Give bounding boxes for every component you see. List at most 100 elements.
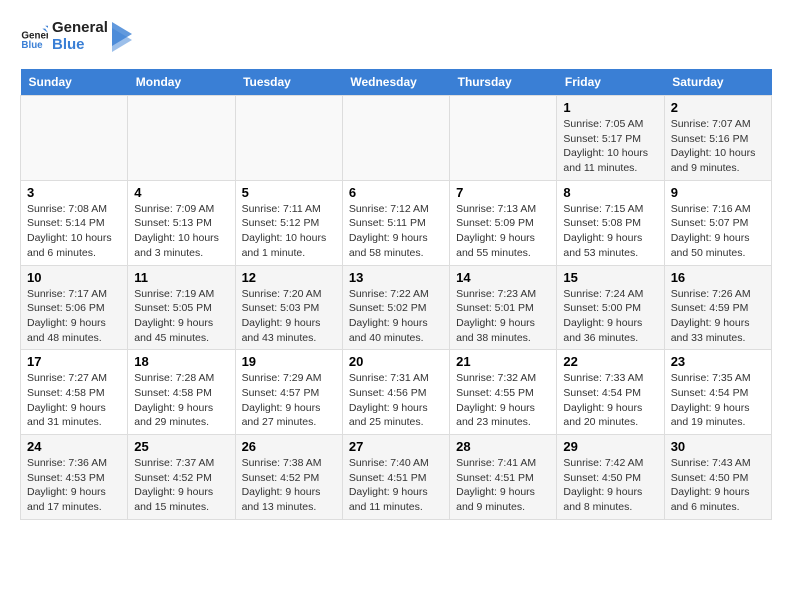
- day-number: 1: [563, 100, 657, 115]
- calendar-cell: 19 Sunrise: 7:29 AM Sunset: 4:57 PM Dayli…: [235, 350, 342, 435]
- day-info: Sunrise: 7:07 AM Sunset: 5:16 PM Dayligh…: [671, 117, 765, 176]
- calendar-week-4: 17Sunrise: 7:27 AM Sunset: 4:58 PM Dayli…: [21, 350, 772, 435]
- calendar-cell: 22 Sunrise: 7:33 AM Sunset: 4:54 PM Dayli…: [557, 350, 664, 435]
- day-number: 22: [563, 354, 657, 369]
- day-info: Sunrise: 7:23 AM Sunset: 5:01 PM Dayligh…: [456, 287, 550, 346]
- calendar-cell: 10 Sunrise: 7:17 AM Sunset: 5:06 PM Dayli…: [21, 265, 128, 350]
- calendar-cell: 30 Sunrise: 7:43 AM Sunset: 4:50 PM Dayli…: [664, 435, 771, 520]
- day-number: 10: [27, 270, 121, 285]
- day-number: 4: [134, 185, 228, 200]
- day-number: 23: [671, 354, 765, 369]
- day-info: Sunrise: 7:11 AM Sunset: 5:12 PM Dayligh…: [242, 202, 336, 261]
- calendar-cell: 8 Sunrise: 7:15 AM Sunset: 5:08 PM Daylig…: [557, 180, 664, 265]
- calendar-week-5: 24 Sunrise: 7:36 AM Sunset: 4:53 PM Dayli…: [21, 435, 772, 520]
- day-info: Sunrise: 7:12 AM Sunset: 5:11 PM Dayligh…: [349, 202, 443, 261]
- day-info: Sunrise: 7:28 AM Sunset: 4:58 PM Dayligh…: [134, 371, 228, 430]
- day-info: Sunrise: 7:35 AM Sunset: 4:54 PM Dayligh…: [671, 371, 765, 430]
- day-info: Sunrise: 7:16 AM Sunset: 5:07 PM Dayligh…: [671, 202, 765, 261]
- day-info: Sunrise: 7:17 AM Sunset: 5:06 PM Dayligh…: [27, 287, 121, 346]
- day-info: Sunrise: 7:38 AM Sunset: 4:52 PM Dayligh…: [242, 456, 336, 515]
- calendar-cell: [235, 96, 342, 181]
- calendar-cell: [21, 96, 128, 181]
- day-info: Sunrise: 7:19 AM Sunset: 5:05 PM Dayligh…: [134, 287, 228, 346]
- day-number: 16: [671, 270, 765, 285]
- day-number: 19: [242, 354, 336, 369]
- day-number: 24: [27, 439, 121, 454]
- calendar-header: SundayMondayTuesdayWednesdayThursdayFrid…: [21, 69, 772, 96]
- calendar-cell: 29 Sunrise: 7:42 AM Sunset: 4:50 PM Dayli…: [557, 435, 664, 520]
- weekday-header-monday: Monday: [128, 69, 235, 96]
- day-number: 11: [134, 270, 228, 285]
- day-info: Sunrise: 7:24 AM Sunset: 5:00 PM Dayligh…: [563, 287, 657, 346]
- logo-icon: General Blue: [20, 23, 48, 51]
- day-number: 2: [671, 100, 765, 115]
- calendar-cell: 13 Sunrise: 7:22 AM Sunset: 5:02 PM Dayli…: [342, 265, 449, 350]
- day-number: 17: [27, 354, 121, 369]
- calendar-cell: 14 Sunrise: 7:23 AM Sunset: 5:01 PM Dayli…: [450, 265, 557, 350]
- day-info: Sunrise: 7:33 AM Sunset: 4:54 PM Dayligh…: [563, 371, 657, 430]
- day-info: Sunrise: 7:43 AM Sunset: 4:50 PM Dayligh…: [671, 456, 765, 515]
- day-info: Sunrise: 7:40 AM Sunset: 4:51 PM Dayligh…: [349, 456, 443, 515]
- day-number: 20: [349, 354, 443, 369]
- day-info: Sunrise: 7:41 AM Sunset: 4:51 PM Dayligh…: [456, 456, 550, 515]
- day-info: Sunrise: 7:26 AM Sunset: 4:59 PM Dayligh…: [671, 287, 765, 346]
- calendar-week-1: 1 Sunrise: 7:05 AM Sunset: 5:17 PM Daylig…: [21, 96, 772, 181]
- calendar-cell: 24 Sunrise: 7:36 AM Sunset: 4:53 PM Dayli…: [21, 435, 128, 520]
- weekday-header-tuesday: Tuesday: [235, 69, 342, 96]
- logo: General Blue General Blue: [20, 20, 132, 53]
- calendar-cell: 11 Sunrise: 7:19 AM Sunset: 5:05 PM Dayli…: [128, 265, 235, 350]
- day-number: 9: [671, 185, 765, 200]
- day-info: Sunrise: 7:36 AM Sunset: 4:53 PM Dayligh…: [27, 456, 121, 515]
- day-info: Sunrise: 7:22 AM Sunset: 5:02 PM Dayligh…: [349, 287, 443, 346]
- calendar-cell: 5 Sunrise: 7:11 AM Sunset: 5:12 PM Daylig…: [235, 180, 342, 265]
- day-number: 21: [456, 354, 550, 369]
- day-number: 3: [27, 185, 121, 200]
- day-number: 14: [456, 270, 550, 285]
- day-info: Sunrise: 7:15 AM Sunset: 5:08 PM Dayligh…: [563, 202, 657, 261]
- day-info: Sunrise: 7:05 AM Sunset: 5:17 PM Dayligh…: [563, 117, 657, 176]
- page-header: General Blue General Blue: [20, 20, 772, 53]
- calendar-table: SundayMondayTuesdayWednesdayThursdayFrid…: [20, 69, 772, 520]
- day-number: 8: [563, 185, 657, 200]
- logo-arrow-icon: [112, 22, 132, 52]
- day-number: 27: [349, 439, 443, 454]
- day-number: 13: [349, 270, 443, 285]
- day-number: 5: [242, 185, 336, 200]
- calendar-cell: 3 Sunrise: 7:08 AM Sunset: 5:14 PM Daylig…: [21, 180, 128, 265]
- calendar-cell: 27 Sunrise: 7:40 AM Sunset: 4:51 PM Dayli…: [342, 435, 449, 520]
- day-info: Sunrise: 7:29 AM Sunset: 4:57 PM Dayligh…: [242, 371, 336, 430]
- day-number: 30: [671, 439, 765, 454]
- calendar-cell: 1 Sunrise: 7:05 AM Sunset: 5:17 PM Daylig…: [557, 96, 664, 181]
- calendar-cell: 25 Sunrise: 7:37 AM Sunset: 4:52 PM Dayli…: [128, 435, 235, 520]
- day-number: 6: [349, 185, 443, 200]
- calendar-cell: 20 Sunrise: 7:31 AM Sunset: 4:56 PM Dayli…: [342, 350, 449, 435]
- day-number: 29: [563, 439, 657, 454]
- weekday-header-row: SundayMondayTuesdayWednesdayThursdayFrid…: [21, 69, 772, 96]
- weekday-header-saturday: Saturday: [664, 69, 771, 96]
- day-number: 18: [134, 354, 228, 369]
- calendar-cell: 18 Sunrise: 7:28 AM Sunset: 4:58 PM Dayli…: [128, 350, 235, 435]
- day-info: Sunrise: 7:08 AM Sunset: 5:14 PM Dayligh…: [27, 202, 121, 261]
- day-info: Sunrise: 7:32 AM Sunset: 4:55 PM Dayligh…: [456, 371, 550, 430]
- day-info: Sunrise: 7:42 AM Sunset: 4:50 PM Dayligh…: [563, 456, 657, 515]
- calendar-cell: 4 Sunrise: 7:09 AM Sunset: 5:13 PM Daylig…: [128, 180, 235, 265]
- day-number: 25: [134, 439, 228, 454]
- calendar-cell: [342, 96, 449, 181]
- calendar-week-3: 10 Sunrise: 7:17 AM Sunset: 5:06 PM Dayli…: [21, 265, 772, 350]
- svg-text:Blue: Blue: [21, 40, 43, 51]
- day-number: 26: [242, 439, 336, 454]
- day-info: Sunrise: 7:31 AM Sunset: 4:56 PM Dayligh…: [349, 371, 443, 430]
- calendar-cell: [128, 96, 235, 181]
- logo-general: General: [52, 20, 108, 37]
- calendar-cell: 26 Sunrise: 7:38 AM Sunset: 4:52 PM Dayli…: [235, 435, 342, 520]
- calendar-cell: 9 Sunrise: 7:16 AM Sunset: 5:07 PM Daylig…: [664, 180, 771, 265]
- calendar-cell: 7Sunrise: 7:13 AM Sunset: 5:09 PM Daylig…: [450, 180, 557, 265]
- calendar-cell: 12Sunrise: 7:20 AM Sunset: 5:03 PM Dayli…: [235, 265, 342, 350]
- calendar-week-2: 3 Sunrise: 7:08 AM Sunset: 5:14 PM Daylig…: [21, 180, 772, 265]
- logo-blue: Blue: [52, 37, 108, 54]
- day-number: 28: [456, 439, 550, 454]
- weekday-header-wednesday: Wednesday: [342, 69, 449, 96]
- day-info: Sunrise: 7:09 AM Sunset: 5:13 PM Dayligh…: [134, 202, 228, 261]
- day-info: Sunrise: 7:37 AM Sunset: 4:52 PM Dayligh…: [134, 456, 228, 515]
- day-number: 15: [563, 270, 657, 285]
